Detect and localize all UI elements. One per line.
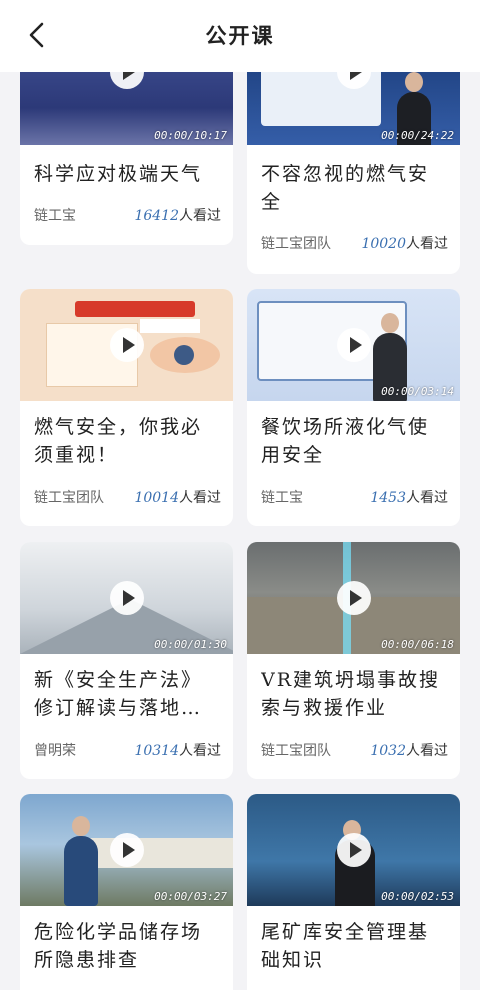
course-thumbnail[interactable]: 00:00/10:17: [20, 72, 233, 145]
course-title[interactable]: VR建筑坍塌事故搜索与救援作业: [261, 666, 448, 722]
course-author: 链工宝团队: [34, 490, 104, 506]
play-icon[interactable]: [336, 328, 371, 362]
course-author: 曾明荣: [34, 743, 76, 759]
play-icon[interactable]: [109, 72, 144, 89]
course-thumbnail[interactable]: [20, 289, 233, 401]
play-icon[interactable]: [109, 328, 144, 362]
course-feed[interactable]: 00:00/10:17 科学应对极端天气 链工宝 16412人看过 00:00/…: [0, 72, 480, 990]
video-duration: 00:00/02:53: [381, 890, 454, 903]
course-card[interactable]: 00:00/02:53 尾矿库安全管理基础知识: [247, 794, 460, 990]
course-card[interactable]: 燃气安全，你我必须重视！ 链工宝团队 10014人看过: [20, 289, 233, 526]
course-meta: 链工宝团队 10014人看过: [34, 487, 221, 507]
course-title[interactable]: 科学应对极端天气: [34, 160, 221, 188]
course-thumbnail[interactable]: 00:00/06:18: [247, 542, 460, 654]
course-thumbnail[interactable]: 00:00/01:30: [20, 542, 233, 654]
view-count: 1453人看过: [370, 490, 448, 506]
course-title[interactable]: 危险化学品储存场所隐患排查: [34, 918, 221, 974]
course-author: 链工宝团队: [261, 743, 331, 759]
course-meta: 曾明荣 10314人看过: [34, 740, 221, 760]
video-duration: 00:00/06:18: [381, 638, 454, 651]
course-card[interactable]: 00:00/03:27 危险化学品储存场所隐患排查: [20, 794, 233, 990]
course-title[interactable]: 不容忽视的燃气安全: [261, 160, 448, 216]
course-title[interactable]: 燃气安全，你我必须重视！: [34, 413, 221, 469]
video-duration: 00:00/01:30: [154, 638, 227, 651]
video-duration: 00:00/24:22: [381, 129, 454, 142]
play-icon[interactable]: [336, 833, 371, 867]
course-thumbnail[interactable]: 00:00/02:53: [247, 794, 460, 906]
top-bar: 公开课: [0, 0, 480, 72]
course-card[interactable]: 00:00/24:22 不容忽视的燃气安全 链工宝团队 10020人看过: [247, 72, 460, 274]
video-duration: 00:00/03:27: [154, 890, 227, 903]
course-title[interactable]: 尾矿库安全管理基础知识: [261, 918, 448, 974]
play-icon[interactable]: [109, 581, 144, 615]
course-title[interactable]: 新《安全生产法》修订解读与落地…: [34, 666, 221, 722]
video-duration: 00:00/03:14: [381, 385, 454, 398]
course-card[interactable]: 00:00/10:17 科学应对极端天气 链工宝 16412人看过: [20, 72, 233, 245]
course-thumbnail[interactable]: 00:00/03:27: [20, 794, 233, 906]
course-thumbnail[interactable]: 00:00/24:22: [247, 72, 460, 145]
page-title: 公开课: [205, 24, 275, 48]
course-card[interactable]: 00:00/06:18 VR建筑坍塌事故搜索与救援作业 链工宝团队 1032人看…: [247, 542, 460, 779]
course-author: 链工宝团队: [261, 236, 331, 252]
view-count: 10314人看过: [134, 743, 221, 759]
course-card[interactable]: 00:00/01:30 新《安全生产法》修订解读与落地… 曾明荣 10314人看…: [20, 542, 233, 779]
course-title[interactable]: 餐饮场所液化气使用安全: [261, 413, 448, 469]
view-count: 1032人看过: [370, 743, 448, 759]
course-meta: 链工宝 1453人看过: [261, 487, 448, 507]
course-meta: 链工宝团队 1032人看过: [261, 740, 448, 760]
course-thumbnail[interactable]: 00:00/03:14: [247, 289, 460, 401]
course-card[interactable]: 00:00/03:14 餐饮场所液化气使用安全 链工宝 1453人看过: [247, 289, 460, 526]
video-duration: 00:00/10:17: [154, 129, 227, 142]
view-count: 10020人看过: [361, 236, 448, 252]
play-icon[interactable]: [336, 581, 371, 615]
view-count: 10014人看过: [134, 490, 221, 506]
course-meta: 链工宝 16412人看过: [34, 205, 221, 225]
course-author: 链工宝: [34, 208, 76, 224]
course-author: 链工宝: [261, 490, 303, 506]
view-count: 16412人看过: [134, 208, 221, 224]
course-meta: 链工宝团队 10020人看过: [261, 233, 448, 253]
play-icon[interactable]: [109, 833, 144, 867]
